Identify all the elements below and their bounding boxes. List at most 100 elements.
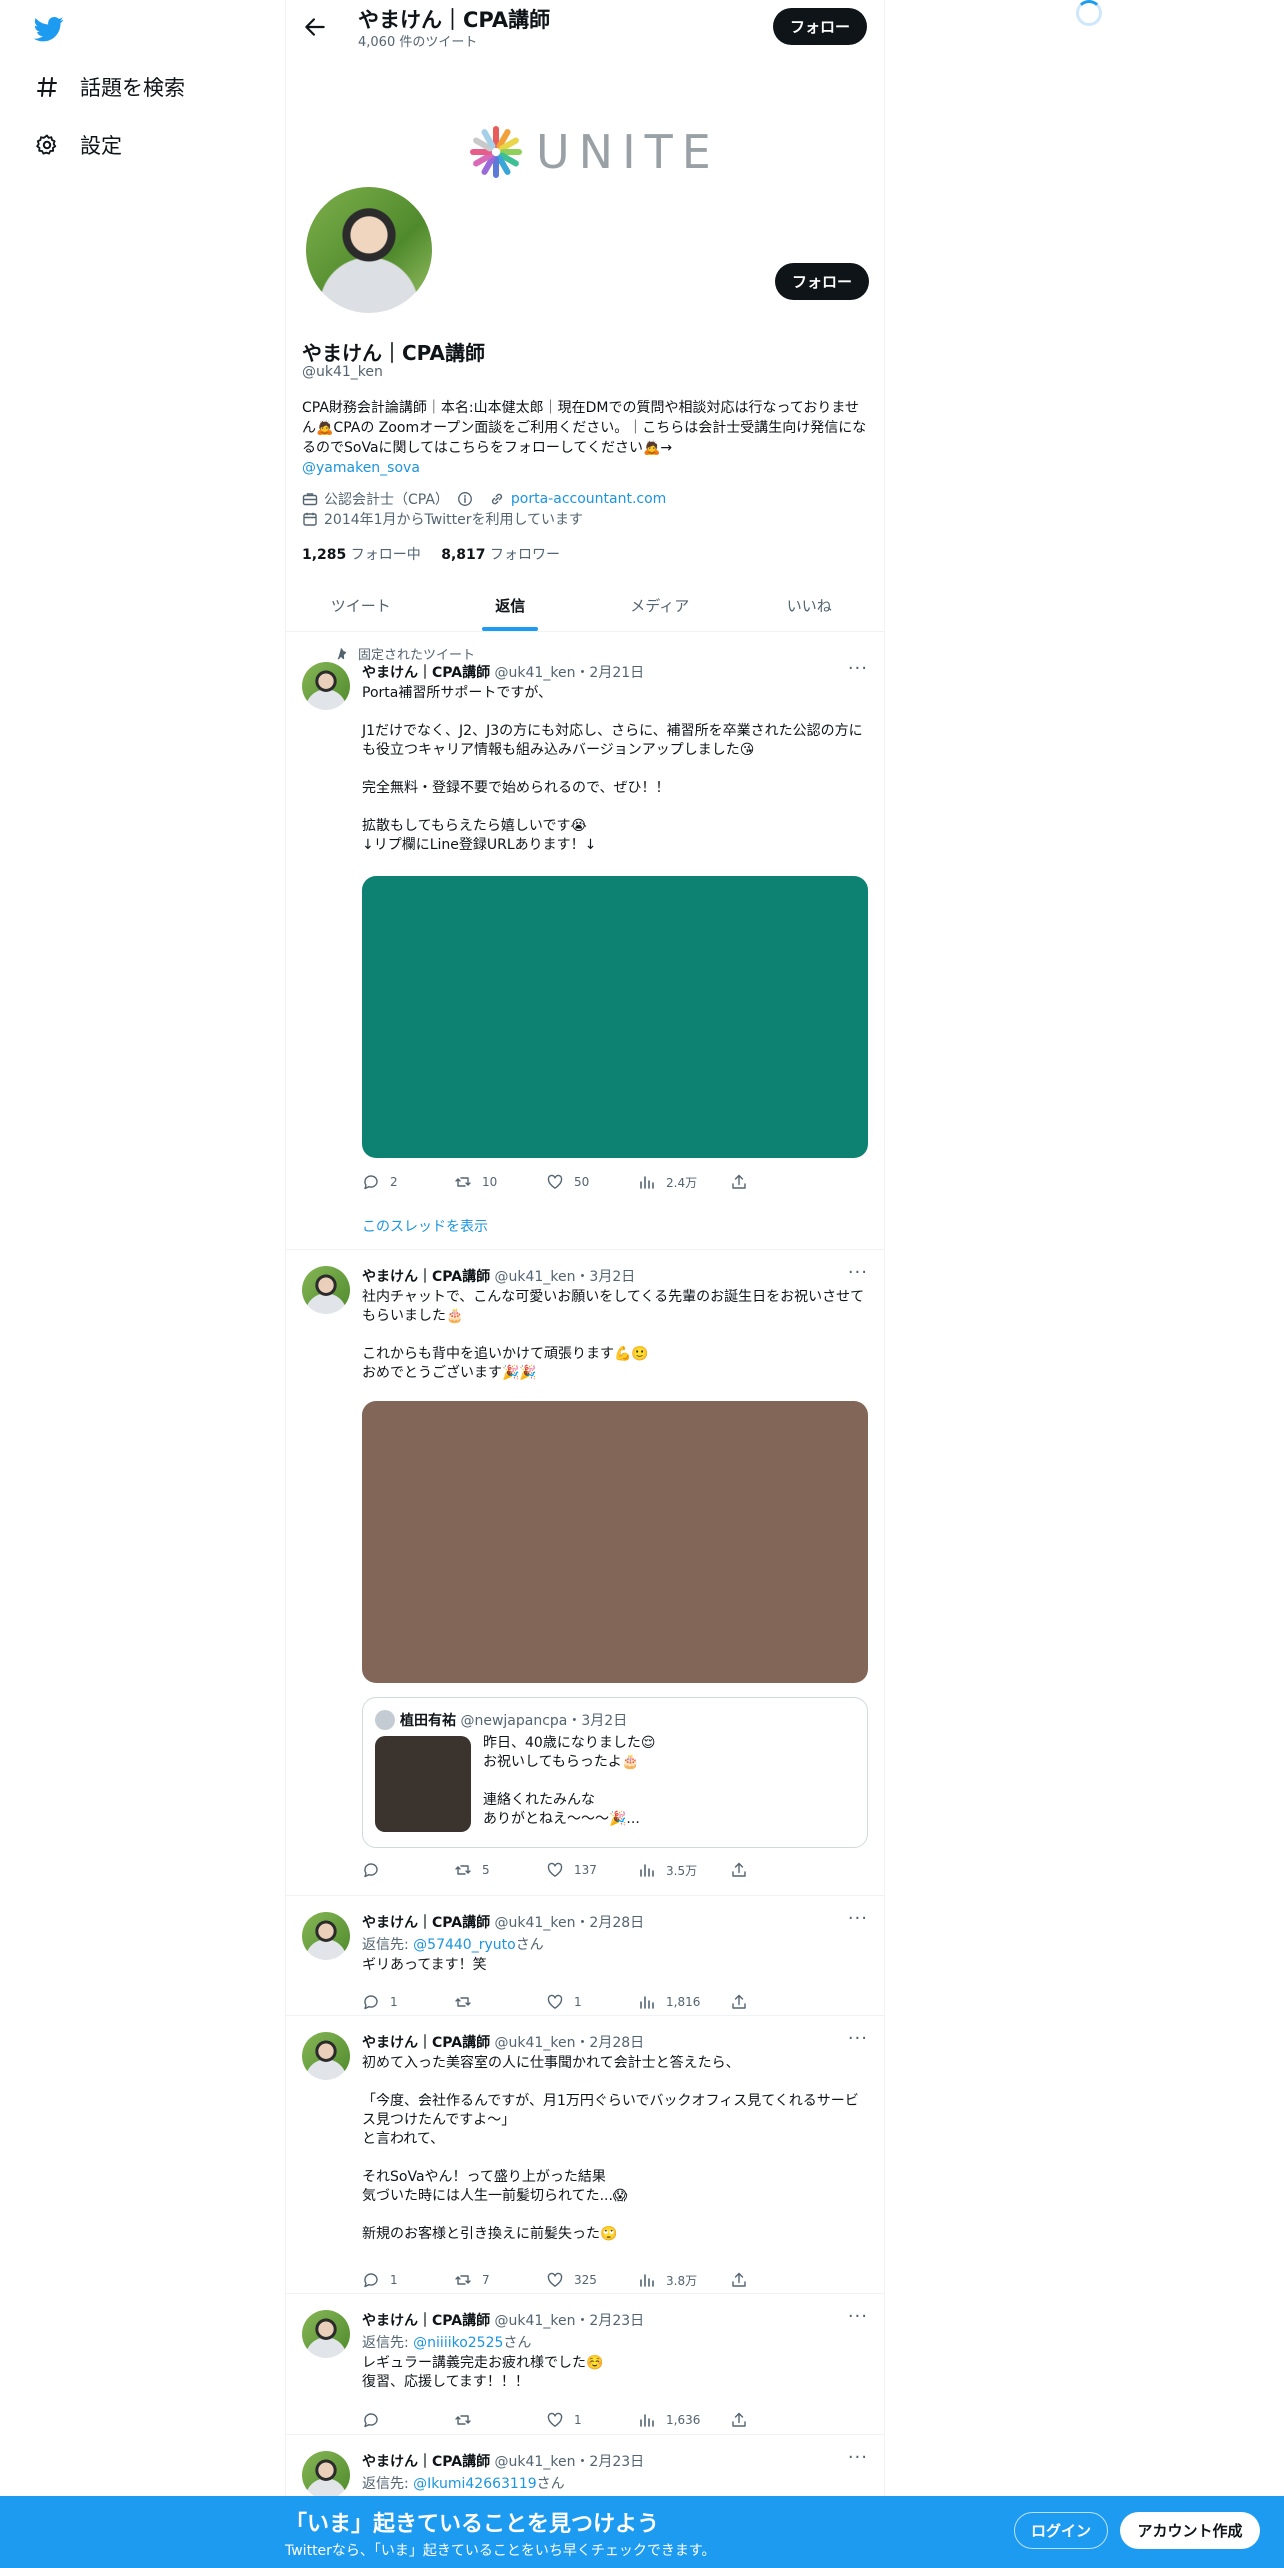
- reply-button[interactable]: [362, 2410, 454, 2430]
- reply-button[interactable]: 2: [362, 1172, 454, 1192]
- like-button[interactable]: 50: [546, 1172, 638, 1192]
- reply-icon: [364, 1995, 378, 2010]
- more-options-icon[interactable]: ···: [848, 658, 868, 679]
- tweet-item[interactable]: やまけん｜CPA講師 @uk41_ken・2月28日 ··· 返信先: @574…: [286, 1896, 884, 2016]
- tweet-date[interactable]: ・2月23日: [575, 2454, 644, 2470]
- tab-replies[interactable]: 返信: [436, 580, 586, 631]
- tweet-date[interactable]: ・2月21日: [575, 665, 644, 681]
- nav-settings[interactable]: 設定: [34, 130, 122, 160]
- tab-likes[interactable]: いいね: [735, 580, 885, 631]
- views-button[interactable]: 3.5万: [638, 1860, 730, 1880]
- quoted-tweet[interactable]: 植田有祐 @newjapancpa・3月2日 昨日、40歳になりました😌 お祝い…: [362, 1697, 868, 1848]
- share-button[interactable]: [730, 2270, 760, 2290]
- followers-stat[interactable]: 8,817 フォロワー: [441, 547, 560, 563]
- show-thread-link[interactable]: このスレッドを表示: [362, 1216, 488, 1236]
- like-button[interactable]: 137: [546, 1860, 638, 1880]
- tweet-avatar[interactable]: [302, 1912, 350, 1960]
- bio-mention-link[interactable]: @yamaken_sova: [302, 460, 420, 476]
- reply-button[interactable]: [362, 1860, 454, 1880]
- reply-button[interactable]: 1: [362, 2270, 454, 2290]
- profile-name: やまけん｜CPA講師: [302, 341, 485, 365]
- reply-to-mention[interactable]: @Ikumi42663119: [413, 2476, 536, 2492]
- tweet-date[interactable]: ・2月23日: [575, 2313, 644, 2329]
- tab-media[interactable]: メディア: [585, 580, 735, 631]
- tweet-date[interactable]: ・2月28日: [575, 1915, 644, 1931]
- tweet-date[interactable]: ・2月28日: [575, 2035, 644, 2051]
- tweet-avatar[interactable]: [302, 1266, 350, 1314]
- tweet-item[interactable]: 固定されたツイート やまけん｜CPA講師 @uk41_ken・2月21日 ···…: [286, 632, 884, 1250]
- views-button[interactable]: 2.4万: [638, 1172, 730, 1192]
- profile-avatar[interactable]: [302, 183, 436, 317]
- retweet-button[interactable]: [454, 1992, 546, 2012]
- profile-category: 公認会計士（CPA）: [324, 492, 449, 508]
- retweet-button[interactable]: [454, 2410, 546, 2430]
- unite-logo-mark-icon: [470, 126, 522, 178]
- retweet-button[interactable]: 7: [454, 2270, 546, 2290]
- share-button[interactable]: [730, 1172, 760, 1192]
- profile-follow-stats: 1,285 フォロー中 8,817 フォロワー: [302, 544, 560, 564]
- tweet-avatar[interactable]: [302, 2451, 350, 2499]
- tweet-author-handle: @uk41_ken: [494, 1269, 576, 1285]
- tweet-media[interactable]: [362, 1401, 868, 1683]
- more-options-icon[interactable]: ···: [848, 1262, 868, 1283]
- profile-joined: 2014年1月からTwitterを利用しています: [324, 512, 584, 528]
- tweet-avatar[interactable]: [302, 2310, 350, 2358]
- gear-icon: [34, 132, 60, 158]
- views-chart-icon: [640, 2274, 654, 2287]
- heart-icon: [547, 1174, 563, 1189]
- like-button[interactable]: 325: [546, 2270, 638, 2290]
- twitter-bird-icon[interactable]: [32, 14, 66, 44]
- views-chart-icon: [640, 1176, 654, 1189]
- reply-to-mention[interactable]: @57440_ryuto: [413, 1937, 516, 1953]
- profile-website-link[interactable]: porta-accountant.com: [511, 491, 666, 507]
- like-button[interactable]: 1: [546, 1992, 638, 2012]
- login-button[interactable]: ログイン: [1014, 2512, 1108, 2549]
- back-arrow-icon[interactable]: [302, 14, 328, 40]
- signup-button[interactable]: アカウント作成: [1120, 2512, 1260, 2549]
- profile-follow-button[interactable]: フォロー: [775, 263, 869, 300]
- retweet-button[interactable]: 10: [454, 1172, 546, 1192]
- nav-explore[interactable]: 話題を検索: [34, 72, 185, 102]
- reply-button[interactable]: 1: [362, 1992, 454, 2012]
- tweet-item[interactable]: やまけん｜CPA講師 @uk41_ken・3月2日 ··· 社内チャットで、こん…: [286, 1250, 884, 1896]
- tweet-author-handle: @uk41_ken: [494, 1915, 576, 1931]
- tweet-item[interactable]: やまけん｜CPA講師 @uk41_ken・2月28日 ··· 初めて入った美容室…: [286, 2016, 884, 2294]
- reply-to-mention[interactable]: @niiiiko2525: [413, 2335, 503, 2351]
- tweet-date[interactable]: ・3月2日: [575, 1269, 635, 1285]
- views-button[interactable]: 1,816: [638, 1992, 730, 2012]
- more-options-icon[interactable]: ···: [848, 2306, 868, 2327]
- views-button[interactable]: 1,636: [638, 2410, 730, 2430]
- more-options-icon[interactable]: ···: [848, 2447, 868, 2468]
- tweet-item[interactable]: やまけん｜CPA講師 @uk41_ken・2月23日 ··· 返信先: @nii…: [286, 2294, 884, 2435]
- quoted-avatar: [375, 1710, 395, 1730]
- retweet-button[interactable]: 5: [454, 1860, 546, 1880]
- tweet-author-name[interactable]: やまけん｜CPA講師: [362, 665, 490, 681]
- views-button[interactable]: 3.8万: [638, 2270, 730, 2290]
- tab-tweets[interactable]: ツイート: [286, 580, 436, 631]
- tweet-avatar[interactable]: [302, 2032, 350, 2080]
- heart-icon: [547, 1994, 563, 2009]
- share-button[interactable]: [730, 1860, 760, 1880]
- loading-spinner-icon: [1076, 0, 1102, 26]
- share-button[interactable]: [730, 1992, 760, 2012]
- share-button[interactable]: [730, 2410, 760, 2430]
- tweet-author-name[interactable]: やまけん｜CPA講師: [362, 2035, 490, 2051]
- heart-icon: [547, 2272, 563, 2287]
- tweet-avatar[interactable]: [302, 662, 350, 710]
- tweet-media[interactable]: [362, 876, 868, 1158]
- header-follow-button[interactable]: フォロー: [773, 8, 867, 45]
- tweet-author-name[interactable]: やまけん｜CPA講師: [362, 2313, 490, 2329]
- bio-text: CPA財務会計論講師｜本名:山本健太郎｜現在DMでの質問や相談対応は行なっており…: [302, 400, 867, 456]
- info-icon[interactable]: [457, 491, 473, 507]
- quoted-author-name: 植田有祐: [400, 1713, 456, 1729]
- tweet-header: やまけん｜CPA講師 @uk41_ken・2月23日: [362, 2310, 644, 2330]
- following-stat[interactable]: 1,285 フォロー中: [302, 547, 421, 563]
- more-options-icon[interactable]: ···: [848, 1908, 868, 1929]
- like-button[interactable]: 1: [546, 2410, 638, 2430]
- signup-banner: 「いま」起きていることを見つけよう Twitterなら、「いま」起きていることを…: [0, 2496, 1284, 2568]
- tweet-author-name[interactable]: やまけん｜CPA講師: [362, 1269, 490, 1285]
- tweet-author-name[interactable]: やまけん｜CPA講師: [362, 1915, 490, 1931]
- tweet-author-name[interactable]: やまけん｜CPA講師: [362, 2454, 490, 2470]
- more-options-icon[interactable]: ···: [848, 2028, 868, 2049]
- quoted-author-handle: @newjapancpa: [460, 1713, 568, 1729]
